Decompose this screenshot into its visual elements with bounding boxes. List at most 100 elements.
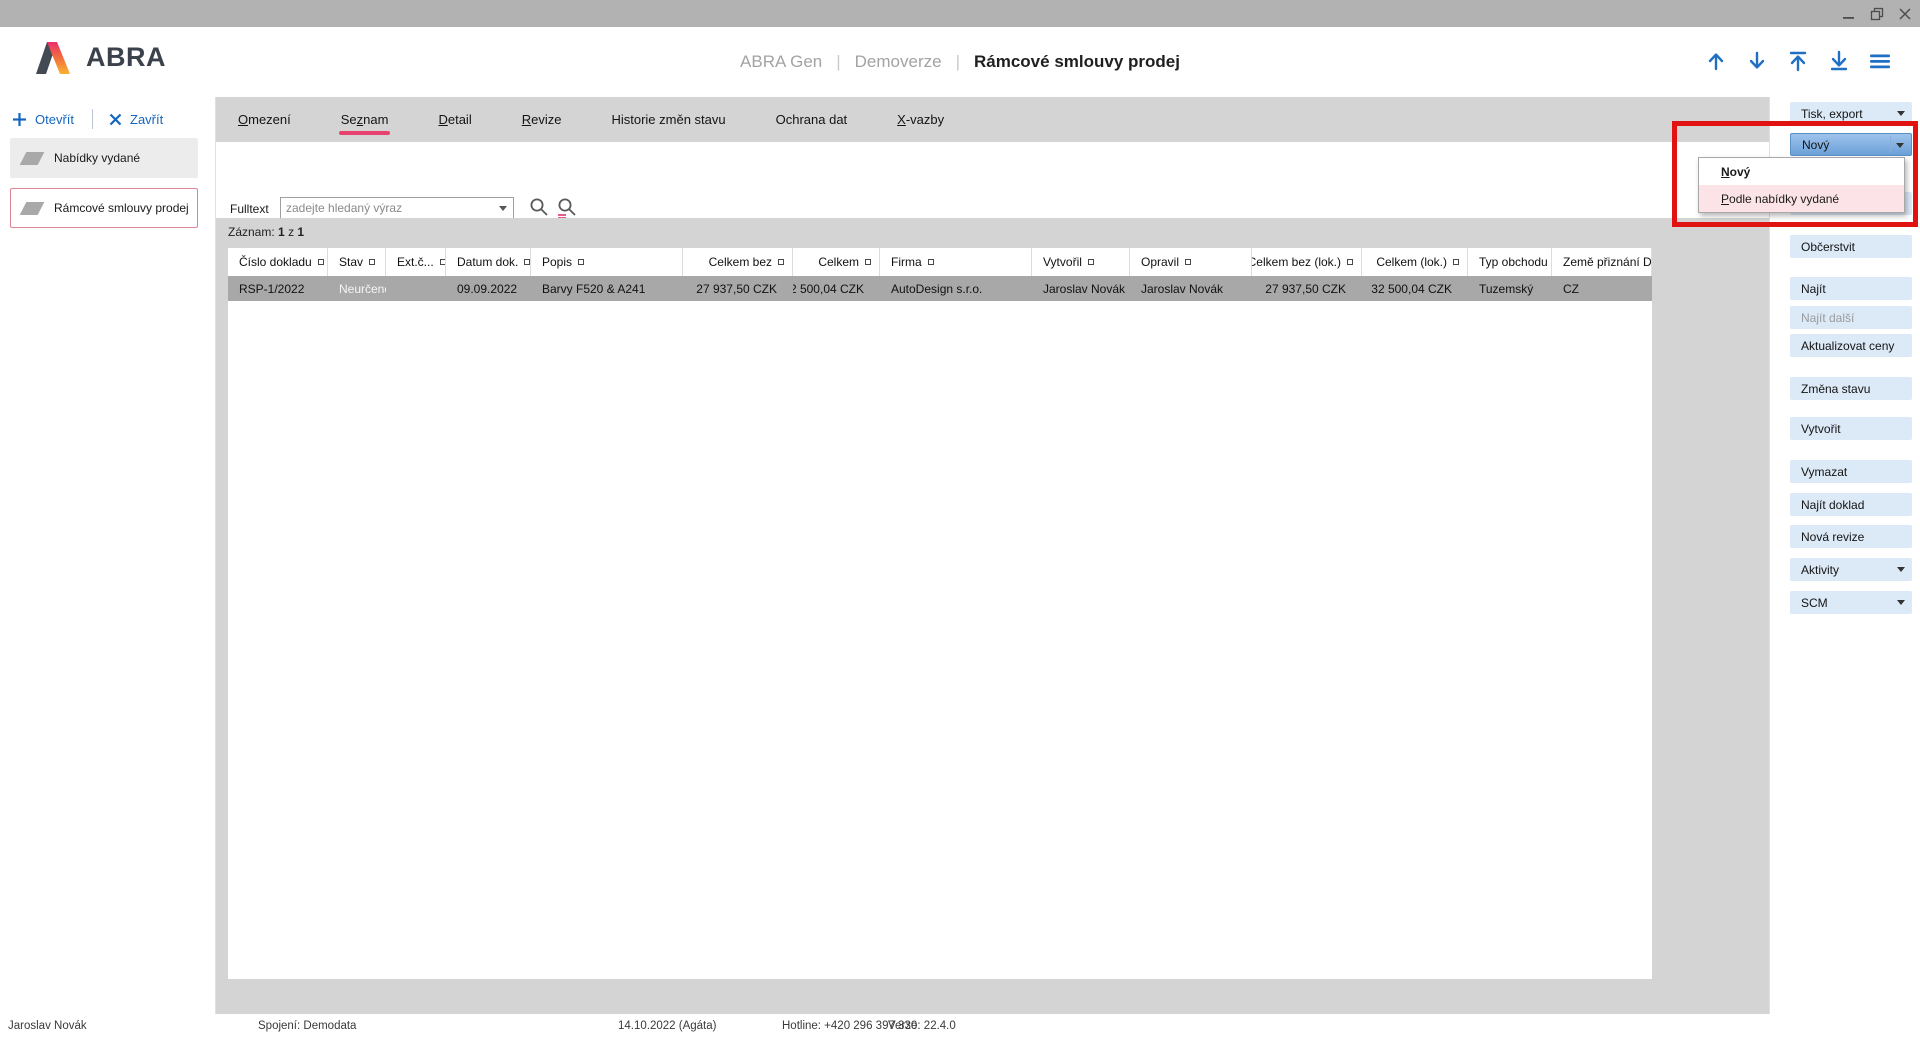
column-header-zeme-priznani-dph[interactable]: Země přiznání DPH xyxy=(1552,248,1652,276)
tab-ochrana-dat[interactable]: Ochrana dat xyxy=(776,97,848,142)
column-options-icon[interactable] xyxy=(1453,259,1459,265)
sidebar-item-nabidky-vydane[interactable]: Nabídky vydané xyxy=(10,138,198,178)
column-header-vytvoril[interactable]: Vytvořil xyxy=(1032,248,1130,276)
cell-firma: AutoDesign s.r.o. xyxy=(880,276,1032,301)
refresh-button[interactable]: Občerstvit xyxy=(1790,235,1912,258)
column-header-celkem[interactable]: Celkem xyxy=(793,248,880,276)
tab-strip: Omezení Seznam Detail Revize Historie zm… xyxy=(216,97,1769,142)
column-header-ext-c[interactable]: Ext.č... xyxy=(386,248,446,276)
find-document-button[interactable]: Najít doklad xyxy=(1790,493,1912,516)
column-options-icon[interactable] xyxy=(865,259,871,265)
column-options-icon[interactable] xyxy=(778,259,784,265)
create-button[interactable]: Vytvořit xyxy=(1790,417,1912,440)
column-options-icon[interactable] xyxy=(578,259,584,265)
dropdown-caret-icon xyxy=(1897,600,1905,605)
column-header-popis[interactable]: Popis xyxy=(531,248,683,276)
divider xyxy=(92,109,93,129)
cell-typ-obchodu: Tuzemský xyxy=(1468,276,1552,301)
table-row[interactable]: RSP-1/2022 Neurčeno 09.09.2022 Barvy F52… xyxy=(228,276,1652,301)
new-dropdown-menu: Nový Podle nabídky vydané xyxy=(1698,157,1905,213)
tab-detail[interactable]: Detail xyxy=(438,97,471,142)
record-count-label: Záznam: xyxy=(228,225,275,239)
tab-historie-zmen-stavu[interactable]: Historie změn stavu xyxy=(611,97,725,142)
search-toolbar: Fulltext Vybrané omezení Bez jména (neul… xyxy=(216,142,1769,218)
delete-button[interactable]: Vymazat xyxy=(1790,460,1912,483)
tab-seznam[interactable]: Seznam xyxy=(341,97,389,142)
record-total: 1 xyxy=(297,225,304,239)
update-prices-button[interactable]: Aktualizovat ceny xyxy=(1790,334,1912,357)
arrow-to-top-icon[interactable] xyxy=(1786,49,1810,73)
change-status-button[interactable]: Změna stavu xyxy=(1790,377,1912,400)
cell-popis: Barvy F520 & A241 xyxy=(531,276,683,301)
column-options-icon[interactable] xyxy=(318,259,324,265)
record-separator: z xyxy=(288,225,294,239)
cell-cislo-dokladu: RSP-1/2022 xyxy=(228,276,328,301)
tab-x-vazby[interactable]: X-vazby xyxy=(897,97,944,142)
sidebar-item-ramcove-smlouvy-prodej[interactable]: Rámcové smlouvy prodej xyxy=(10,188,198,228)
activities-button[interactable]: Aktivity xyxy=(1790,558,1912,581)
status-version: Verze: 22.4.0 xyxy=(888,1020,956,1032)
restore-icon[interactable] xyxy=(1866,3,1888,24)
breadcrumb-separator: | xyxy=(956,52,960,72)
open-button[interactable]: Otevřít xyxy=(12,112,74,127)
dropdown-caret-icon xyxy=(1896,143,1904,148)
dropdown-caret-icon xyxy=(1897,567,1905,572)
column-options-icon[interactable] xyxy=(369,259,375,265)
close-button-label: Zavřít xyxy=(130,112,163,127)
new-revision-button[interactable]: Nová revize xyxy=(1790,525,1912,548)
cell-celkem-bez-lok: 27 937,50 CZK xyxy=(1252,276,1362,301)
arrow-up-icon[interactable] xyxy=(1704,49,1728,73)
column-header-firma[interactable]: Firma xyxy=(880,248,1032,276)
cell-datum-dok: 09.09.2022 xyxy=(446,276,531,301)
menu-item-novy[interactable]: Nový xyxy=(1699,158,1904,185)
fulltext-combo xyxy=(280,197,514,219)
column-options-icon[interactable] xyxy=(524,259,530,265)
tab-omezeni[interactable]: Omezení xyxy=(238,97,291,142)
tab-revize[interactable]: Revize xyxy=(522,97,562,142)
column-options-icon[interactable] xyxy=(928,259,934,265)
documents-table: Číslo dokladu Stav Ext.č... Datum dok. P… xyxy=(228,248,1652,979)
dropdown-caret-icon xyxy=(1897,111,1905,116)
parallelogram-icon xyxy=(20,202,45,215)
arrow-to-bottom-icon[interactable] xyxy=(1827,49,1851,73)
arrow-down-icon[interactable] xyxy=(1745,49,1769,73)
plus-icon xyxy=(12,112,27,127)
column-header-cislo-dokladu[interactable]: Číslo dokladu xyxy=(228,248,328,276)
close-icon[interactable] xyxy=(1894,3,1916,24)
column-options-icon[interactable] xyxy=(1347,259,1353,265)
minimize-icon[interactable] xyxy=(1838,3,1860,24)
column-header-stav[interactable]: Stav xyxy=(328,248,386,276)
app-header: ABRA ABRA Gen | Demoverze | Rámcové smlo… xyxy=(0,27,1920,97)
column-options-icon[interactable] xyxy=(440,259,446,265)
status-date: 14.10.2022 (Agáta) xyxy=(618,1020,716,1032)
find-next-button: Najít další xyxy=(1790,306,1912,329)
cell-celkem: 32 500,04 CZK xyxy=(793,276,880,301)
sidebar-item-label: Rámcové smlouvy prodej xyxy=(54,201,189,215)
column-header-datum-dok[interactable]: Datum dok. xyxy=(446,248,531,276)
table-empty-area xyxy=(228,301,1652,979)
sidebar-item-label: Nabídky vydané xyxy=(54,151,140,165)
close-tab-button[interactable]: Zavřít xyxy=(109,112,163,127)
hamburger-menu-icon[interactable] xyxy=(1868,49,1892,73)
print-export-button[interactable]: Tisk, export xyxy=(1790,102,1912,125)
breadcrumb-app[interactable]: ABRA Gen xyxy=(740,52,822,72)
breadcrumb-env[interactable]: Demoverze xyxy=(855,52,942,72)
record-navigation xyxy=(1704,49,1892,73)
column-options-icon[interactable] xyxy=(1185,259,1191,265)
breadcrumb: ABRA Gen | Demoverze | Rámcové smlouvy p… xyxy=(0,27,1920,97)
cell-celkem-bez: 27 937,50 CZK xyxy=(683,276,793,301)
column-header-opravil[interactable]: Opravil xyxy=(1130,248,1252,276)
status-user: Jaroslav Novák xyxy=(8,1020,87,1032)
find-button[interactable]: Najít xyxy=(1790,277,1912,300)
column-options-icon[interactable] xyxy=(1088,259,1094,265)
fulltext-input[interactable] xyxy=(280,197,514,219)
page-title: Rámcové smlouvy prodej xyxy=(974,52,1180,72)
scm-button[interactable]: SCM xyxy=(1790,591,1912,614)
column-header-celkem-bez-lok[interactable]: Celkem bez (lok.) xyxy=(1252,248,1362,276)
column-header-celkem-lok[interactable]: Celkem (lok.) xyxy=(1362,248,1468,276)
new-button[interactable]: Nový xyxy=(1790,133,1912,156)
column-header-typ-obchodu[interactable]: Typ obchodu xyxy=(1468,248,1552,276)
menu-item-podle-nabidky-vydane[interactable]: Podle nabídky vydané xyxy=(1699,185,1904,212)
column-header-celkem-bez[interactable]: Celkem bez xyxy=(683,248,793,276)
open-button-label: Otevřít xyxy=(35,112,74,127)
